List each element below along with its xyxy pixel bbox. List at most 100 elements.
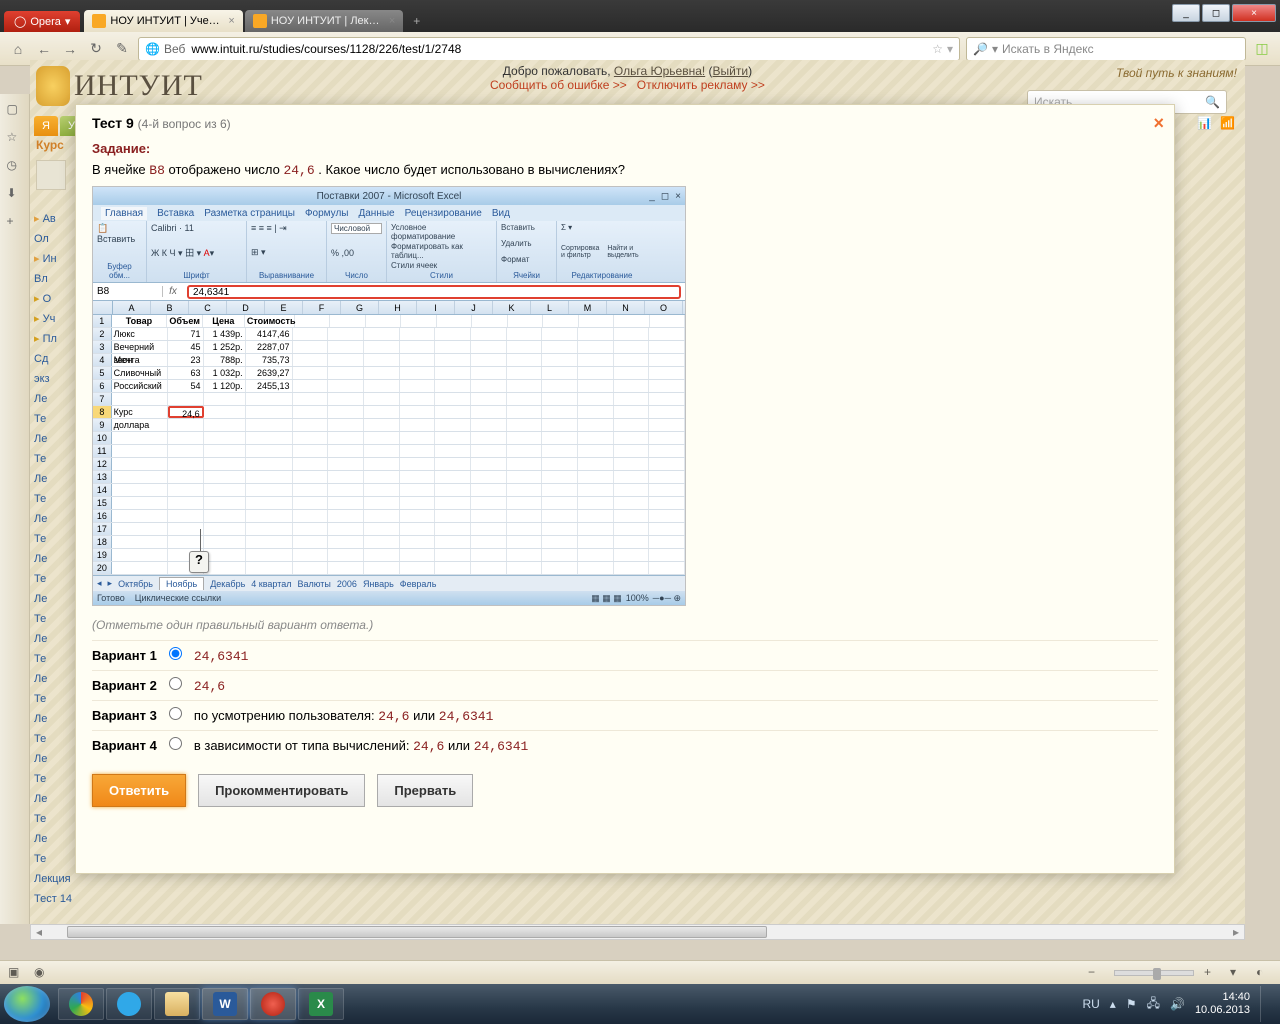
new-tab-button[interactable]: + — [405, 10, 428, 32]
wand-button[interactable]: ✎ — [112, 39, 132, 59]
tab-close-icon[interactable]: × — [389, 15, 395, 27]
scroll-thumb[interactable] — [67, 926, 767, 938]
taskbar-explorer[interactable] — [154, 988, 200, 1020]
home-button[interactable]: ⌂ — [8, 39, 28, 59]
language-indicator[interactable]: RU — [1082, 997, 1099, 1011]
logout-link[interactable]: Выйти — [713, 64, 749, 78]
window-maximize-button[interactable]: ◻ — [1202, 4, 1230, 22]
taskbar-word[interactable]: W — [202, 988, 248, 1020]
sidebar-item[interactable]: Ле — [34, 510, 74, 528]
forward-button[interactable]: → — [60, 39, 80, 59]
sidebar-item[interactable]: ▸ О — [34, 290, 74, 308]
fit-icon[interactable]: ▾ — [1230, 965, 1246, 981]
sidebar-item[interactable]: Ле — [34, 750, 74, 768]
sidebar-item[interactable]: Ле — [34, 670, 74, 688]
option-radio[interactable] — [169, 677, 182, 690]
search-input[interactable]: 🔎 ▾ Искать в Яндекс — [966, 37, 1246, 61]
turbo-icon[interactable]: ◐ — [1256, 965, 1272, 981]
history-icon[interactable]: ◷ — [7, 158, 23, 174]
site-logo[interactable]: ИНТУИТ — [36, 66, 203, 106]
tab-2[interactable]: НОУ ИНТУИТ | Лекци... × — [245, 10, 403, 32]
user-name-link[interactable]: Ольга Юрьевна! — [614, 64, 705, 78]
option-radio[interactable] — [169, 647, 182, 660]
sidebar-item[interactable]: ▸ Ав — [34, 210, 74, 228]
sidebar-item[interactable]: Те — [34, 490, 74, 508]
sidebar-item[interactable]: Ол — [34, 230, 74, 248]
sidebar-item[interactable]: Те — [34, 690, 74, 708]
show-desktop-button[interactable] — [1260, 986, 1268, 1022]
content-scrollbar[interactable]: ◂ ▸ — [30, 924, 1245, 940]
stats-icon[interactable]: 📊 — [1197, 116, 1212, 130]
tray-up-icon[interactable]: ▴ — [1110, 997, 1116, 1011]
taskbar-chrome[interactable] — [58, 988, 104, 1020]
start-button[interactable] — [4, 986, 50, 1022]
sidebar-item[interactable]: Ле — [34, 590, 74, 608]
chevron-down-icon[interactable]: ▾ — [947, 42, 953, 56]
bg-tab-ya[interactable]: Я — [34, 116, 58, 136]
sidebar-item[interactable]: Ле — [34, 550, 74, 568]
sidebar-item[interactable]: Те — [34, 450, 74, 468]
option-radio[interactable] — [169, 707, 182, 720]
report-error-link[interactable]: Сообщить об ошибке >> — [490, 78, 627, 92]
url-input[interactable]: 🌐 Веб www.intuit.ru/studies/courses/1128… — [138, 37, 960, 61]
answer-button[interactable]: Ответить — [92, 774, 186, 807]
sidebar-item[interactable]: экз — [34, 370, 74, 388]
back-button[interactable]: ← — [34, 39, 54, 59]
sidebar-item[interactable]: Те — [34, 650, 74, 668]
rss-icon[interactable]: 📶 — [1220, 116, 1235, 130]
action-center-icon[interactable]: ⚑ — [1126, 997, 1137, 1011]
sidebar-item[interactable]: Те — [34, 850, 74, 868]
window-close-button[interactable]: × — [1232, 4, 1276, 22]
chevron-down-icon[interactable]: ▾ — [992, 42, 998, 56]
sync-icon[interactable]: ◉ — [34, 965, 50, 981]
sidebar-item[interactable]: ▸ Ин — [34, 250, 74, 268]
sidebar-item[interactable]: Те — [34, 530, 74, 548]
volume-icon[interactable]: 🔊 — [1170, 997, 1185, 1011]
window-minimize-button[interactable]: _ — [1172, 4, 1200, 22]
taskbar-excel[interactable]: X — [298, 988, 344, 1020]
sidebar-item[interactable]: Те — [34, 610, 74, 628]
reload-button[interactable]: ↻ — [86, 39, 106, 59]
comment-button[interactable]: Прокомментировать — [198, 774, 365, 807]
tab-close-icon[interactable]: × — [228, 15, 234, 27]
sidebar-item[interactable]: Те — [34, 730, 74, 748]
zoom-slider[interactable] — [1114, 970, 1194, 976]
sidebar-item[interactable]: Те — [34, 770, 74, 788]
sidebar-item[interactable]: Те — [34, 570, 74, 588]
sidebar-item[interactable]: Лекция 14 — [34, 870, 74, 888]
downloads-icon[interactable]: ⬇ — [7, 186, 23, 202]
sidebar-item[interactable]: Тест 14 — [34, 890, 74, 908]
sidebar-item[interactable]: Ле — [34, 630, 74, 648]
tab-1[interactable]: НОУ ИНТУИТ | Учебн... × — [84, 10, 242, 32]
sidebar-item[interactable]: Те — [34, 810, 74, 828]
zoom-out-icon[interactable]: − — [1088, 965, 1104, 981]
sidebar-item[interactable]: Ле — [34, 390, 74, 408]
zoom-in-icon[interactable]: + — [1204, 965, 1220, 981]
dialog-close-button[interactable]: × — [1153, 113, 1164, 134]
sidebar-item[interactable]: ▸ Уч — [34, 310, 74, 328]
search-icon[interactable]: 🔍 — [1205, 95, 1220, 109]
bookmarks-icon[interactable]: ▢ — [7, 102, 23, 118]
option-radio[interactable] — [169, 737, 182, 750]
sidebar-item[interactable]: Ле — [34, 790, 74, 808]
bookmark-star-icon[interactable]: ☆ — [932, 42, 943, 56]
sidebar-item[interactable]: Ле — [34, 470, 74, 488]
sidebar-item[interactable]: Сд — [34, 350, 74, 368]
sidebar-item[interactable]: ▸ Пл — [34, 330, 74, 348]
sidebar-item[interactable]: Ле — [34, 710, 74, 728]
taskbar-opera[interactable] — [250, 988, 296, 1020]
sidebar-item[interactable]: Ле — [34, 430, 74, 448]
clock[interactable]: 14:40 10.06.2013 — [1195, 991, 1250, 1017]
star-icon[interactable]: ☆ — [7, 130, 23, 146]
opera-menu-button[interactable]: ◯ Opera ▾ — [4, 11, 80, 32]
signal-icon[interactable]: ◫ — [1252, 39, 1272, 59]
sidebar-item[interactable]: Вл — [34, 270, 74, 288]
sidebar-item[interactable]: Те — [34, 410, 74, 428]
network-icon[interactable]: 🖧 — [1147, 994, 1160, 1015]
disable-ads-link[interactable]: Отключить рекламу >> — [637, 78, 765, 92]
panel-icon[interactable]: ▣ — [8, 965, 24, 981]
plus-icon[interactable]: + — [7, 214, 23, 230]
abort-button[interactable]: Прервать — [377, 774, 473, 807]
taskbar-skype[interactable] — [106, 988, 152, 1020]
sidebar-item[interactable]: Ле — [34, 830, 74, 848]
